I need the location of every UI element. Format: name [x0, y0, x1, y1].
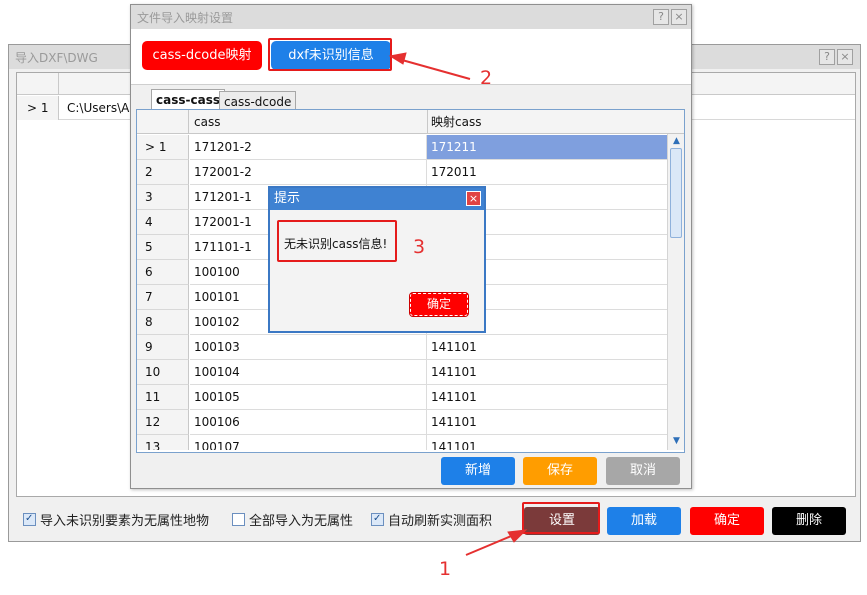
arrow-to-dxf-button: [401, 59, 471, 80]
arrowhead-icon: [507, 529, 528, 543]
annotation-number-1: 1: [439, 558, 452, 580]
annotation-number-3: 3: [413, 236, 426, 258]
annotation-arrows: [388, 52, 528, 556]
arrowhead-icon: [388, 52, 407, 65]
arrow-to-settings: [465, 533, 517, 556]
annotation-number-2: 2: [480, 67, 493, 89]
